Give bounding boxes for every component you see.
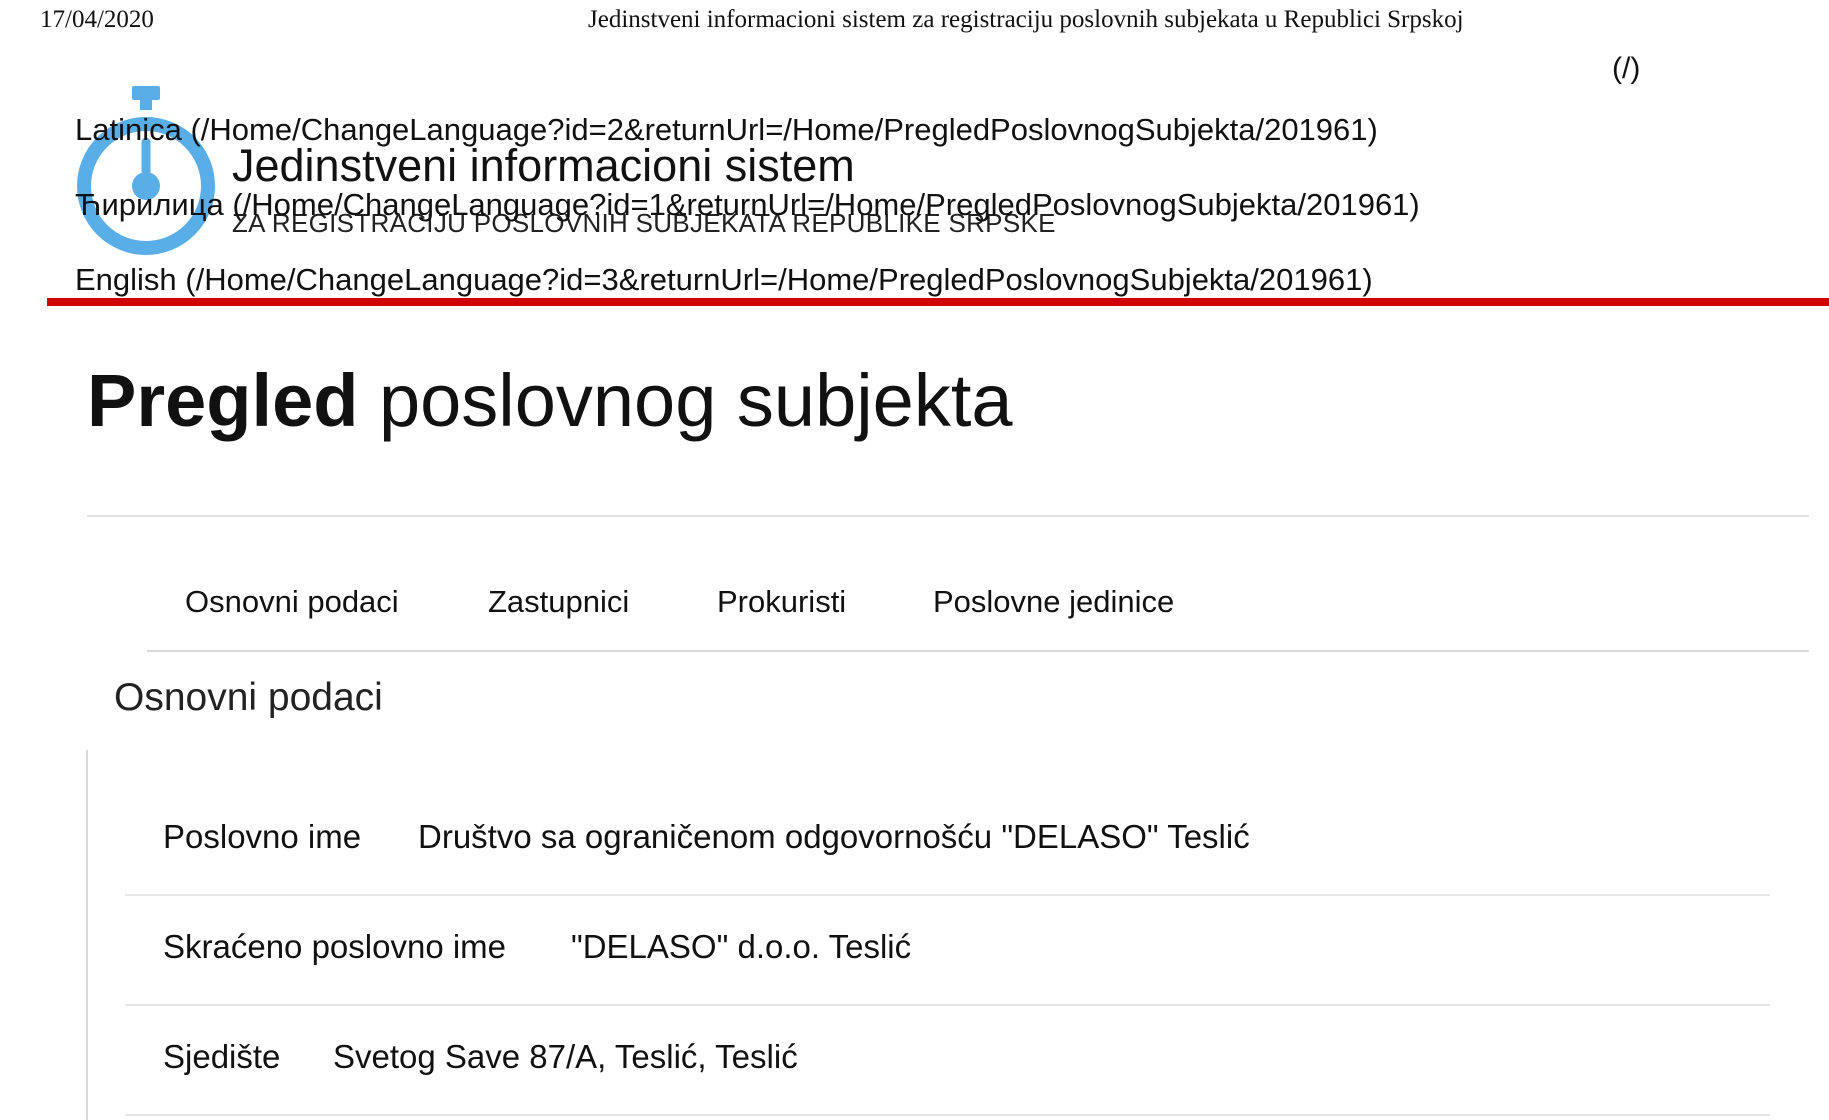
tab-prokuristi[interactable]: Prokuristi xyxy=(717,584,846,620)
page-title-rest: poslovnog subjekta xyxy=(358,359,1013,442)
detail-row: Sjedište Svetog Save 87/A, Teslić, Tesli… xyxy=(125,1006,1770,1116)
home-link[interactable]: (/) xyxy=(1612,52,1640,86)
detail-label-sjediste: Sjedište xyxy=(163,1038,281,1075)
page-title-bold: Pregled xyxy=(87,359,359,442)
tab-poslovne-jedinice[interactable]: Poslovne jedinice xyxy=(933,584,1174,620)
print-date: 17/04/2020 xyxy=(40,6,154,33)
detail-row: Poslovno ime Društvo sa ograničenom odgo… xyxy=(125,786,1770,896)
detail-value-sjediste: Svetog Save 87/A, Teslić, Teslić xyxy=(333,1038,798,1075)
print-page-title: Jedinstveni informacioni sistem za regis… xyxy=(588,6,1464,33)
language-link-latinica[interactable]: Latinica (/Home/ChangeLanguage?id=2&retu… xyxy=(75,112,1378,148)
language-link-english[interactable]: English (/Home/ChangeLanguage?id=3&retur… xyxy=(75,262,1373,298)
title-divider xyxy=(87,515,1809,517)
detail-value-poslovno-ime: Društvo sa ograničenom odgovornošću "DEL… xyxy=(418,818,1250,855)
detail-label-poslovno-ime: Poslovno ime xyxy=(163,818,362,855)
tab-zastupnici[interactable]: Zastupnici xyxy=(488,584,629,620)
tab-bar: Osnovni podaci Zastupnici Prokuristi Pos… xyxy=(147,560,1809,652)
tab-osnovni-podaci[interactable]: Osnovni podaci xyxy=(185,584,399,620)
detail-value-skraceno-ime: "DELASO" d.o.o. Teslić xyxy=(571,928,912,965)
detail-label-skraceno-ime: Skraćeno poslovno ime xyxy=(163,928,507,965)
header-accent-bar xyxy=(47,298,1829,306)
detail-row: Skraćeno poslovno ime "DELASO" d.o.o. Te… xyxy=(125,896,1770,1006)
language-link-cyrillic[interactable]: Ћирилица (/Home/ChangeLanguage?id=1&retu… xyxy=(75,187,1420,223)
section-title: Osnovni podaci xyxy=(114,676,383,719)
stopwatch-icon[interactable] xyxy=(70,84,222,262)
page-title: Pregled poslovnog subjekta xyxy=(87,358,1013,443)
